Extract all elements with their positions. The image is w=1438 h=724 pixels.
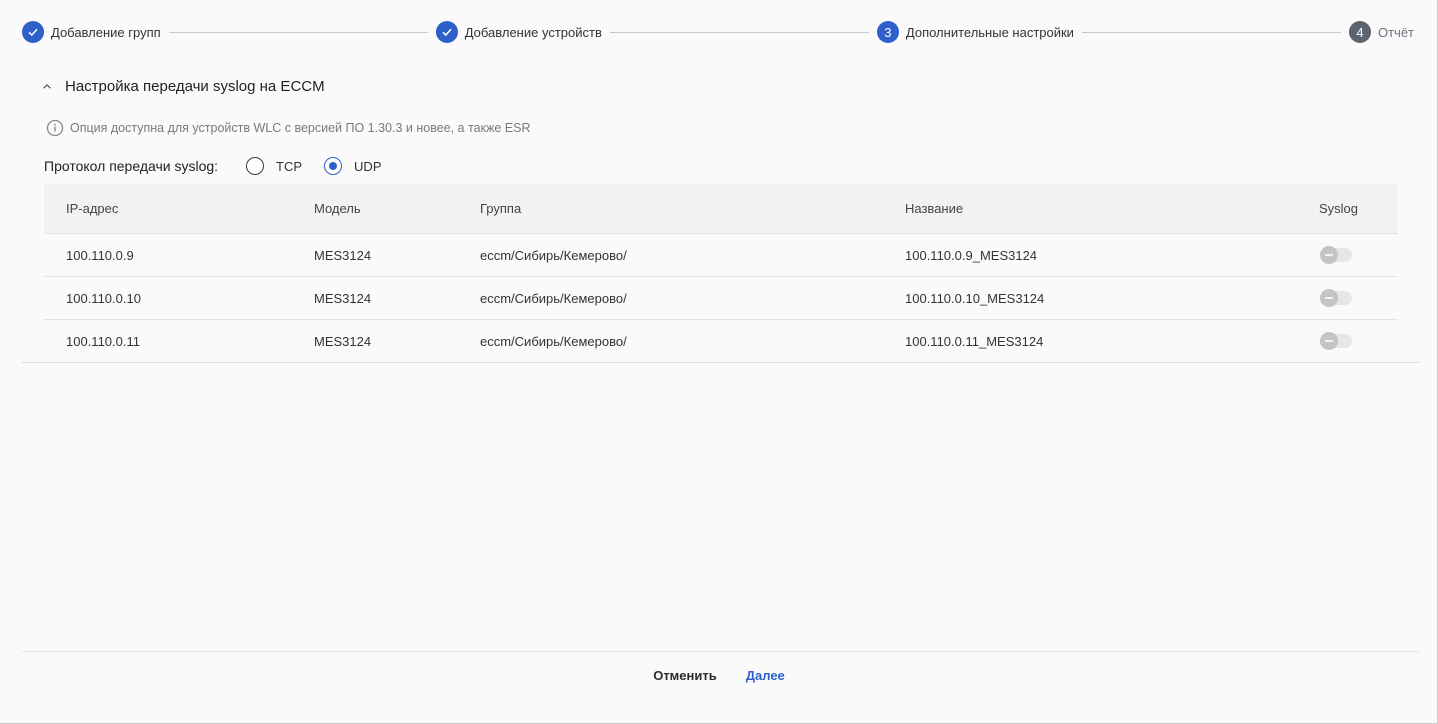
footer-divider xyxy=(22,651,1419,652)
cell-model: MES3124 xyxy=(314,333,372,349)
step-add-groups: Добавление групп xyxy=(22,21,161,43)
syslog-toggle[interactable] xyxy=(1320,246,1352,264)
wizard-footer: Отменить Далее xyxy=(0,665,1438,686)
syslog-section-header[interactable]: Настройка передачи syslog на ECCM xyxy=(40,78,325,95)
table-row: 100.110.0.11 MES3124 eccm/Сибирь/Кемеров… xyxy=(44,320,1398,363)
step-label: Дополнительные настройки xyxy=(905,24,1074,40)
info-text: Опция доступна для устройств WLC с верси… xyxy=(70,121,531,135)
table-row: 100.110.0.9 MES3124 eccm/Сибирь/Кемерово… xyxy=(44,234,1398,277)
section-title: Настройка передачи syslog на ECCM xyxy=(65,78,325,95)
cell-ip: 100.110.0.10 xyxy=(66,290,141,306)
column-header-ip[interactable]: IP-адрес xyxy=(66,201,118,216)
info-icon xyxy=(46,119,64,137)
next-button[interactable]: Далее xyxy=(740,665,791,686)
step-add-devices: Добавление устройств xyxy=(435,21,602,43)
cell-name: 100.110.0.9_MES3124 xyxy=(905,247,1038,263)
devices-table: IP-адрес Модель Группа Название Syslog 1… xyxy=(44,184,1398,363)
cell-name: 100.110.0.10_MES3124 xyxy=(905,290,1045,306)
chevron-up-icon[interactable] xyxy=(40,80,54,94)
step-label: Отчёт xyxy=(1377,24,1415,40)
column-header-model[interactable]: Модель xyxy=(314,201,361,216)
check-icon xyxy=(22,21,44,43)
wizard-window: Добавление групп Добавление устройств 3 … xyxy=(0,0,1438,724)
radio-udp[interactable] xyxy=(324,157,343,175)
column-header-name[interactable]: Название xyxy=(905,201,963,216)
cell-ip: 100.110.0.11 xyxy=(66,333,140,349)
table-header: IP-адрес Модель Группа Название Syslog xyxy=(44,184,1398,234)
column-header-syslog[interactable]: Syslog xyxy=(1319,201,1358,216)
step-connector xyxy=(168,31,428,33)
step-additional-settings: 3 Дополнительные настройки xyxy=(876,21,1074,43)
cell-model: MES3124 xyxy=(314,290,372,306)
section-divider xyxy=(22,362,1419,363)
step-label: Добавление групп xyxy=(51,24,161,40)
cell-group: eccm/Сибирь/Кемерово/ xyxy=(480,290,627,306)
step-connector xyxy=(609,31,869,33)
cell-name: 100.110.0.11_MES3124 xyxy=(905,333,1044,349)
syslog-toggle[interactable] xyxy=(1320,332,1352,350)
radio-udp-label[interactable]: UDP xyxy=(354,159,381,174)
column-header-group[interactable]: Группа xyxy=(480,201,521,216)
cell-ip: 100.110.0.9 xyxy=(66,247,134,263)
cell-group: eccm/Сибирь/Кемерово/ xyxy=(480,247,627,263)
toggle-knob xyxy=(1320,289,1338,307)
radio-tcp[interactable] xyxy=(246,157,265,175)
step-number: 4 xyxy=(1348,21,1371,43)
cell-group: eccm/Сибирь/Кемерово/ xyxy=(480,333,627,349)
step-number: 3 xyxy=(876,21,899,43)
cell-model: MES3124 xyxy=(314,247,372,263)
step-label: Добавление устройств xyxy=(464,24,602,40)
toggle-knob xyxy=(1320,246,1338,264)
protocol-label: Протокол передачи syslog: xyxy=(44,158,219,174)
syslog-toggle[interactable] xyxy=(1320,289,1352,307)
protocol-selector: Протокол передачи syslog: TCP UDP xyxy=(44,155,404,177)
radio-tcp-label[interactable]: TCP xyxy=(276,159,302,174)
step-report: 4 Отчёт xyxy=(1348,21,1415,43)
info-note: Опция доступна для устройств WLC с верси… xyxy=(46,119,530,137)
toggle-knob xyxy=(1320,332,1338,350)
cancel-button[interactable]: Отменить xyxy=(647,665,723,686)
check-icon xyxy=(435,21,458,43)
table-row: 100.110.0.10 MES3124 eccm/Сибирь/Кемеров… xyxy=(44,277,1398,320)
step-connector xyxy=(1081,31,1341,33)
wizard-stepper: Добавление групп Добавление устройств 3 … xyxy=(22,20,1414,44)
